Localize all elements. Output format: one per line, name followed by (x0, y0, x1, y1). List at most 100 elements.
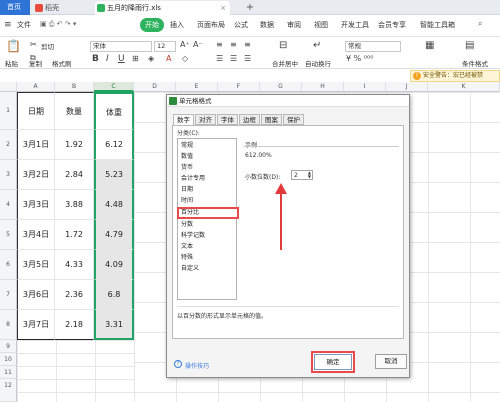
row-header-4[interactable]: 4 (0, 190, 17, 220)
number-format-select[interactable]: 常规 (345, 41, 401, 52)
col-header-i[interactable]: I (344, 82, 386, 92)
category-time[interactable]: 时间 (179, 196, 235, 206)
row-header-12[interactable]: 12 (0, 379, 17, 402)
font-grow-icon[interactable]: A⁺ (180, 40, 190, 49)
col-header-e[interactable]: E (176, 82, 218, 92)
row-header-11[interactable]: 11 (0, 366, 17, 379)
col-header-a[interactable]: A (17, 82, 55, 92)
cell-c2[interactable]: 6.12 (94, 130, 134, 160)
menu-dev-tools[interactable]: 开发工具 (341, 20, 369, 30)
col-header-g[interactable]: G (260, 82, 302, 92)
clear-icon[interactable]: ◇ (182, 54, 188, 63)
cell-c6[interactable]: 4.09 (94, 250, 134, 280)
add-tab-icon[interactable]: + (244, 0, 256, 15)
align-top-icon[interactable]: ≡ (216, 40, 223, 49)
cell-a2[interactable]: 3月1日 (17, 130, 55, 160)
col-header-k[interactable]: K (428, 82, 500, 92)
cell-b2[interactable]: 1.92 (55, 130, 94, 160)
cell-b6[interactable]: 4.33 (55, 250, 94, 280)
align-center-icon[interactable]: ☰ (230, 54, 237, 63)
table-style-icon[interactable]: ▦ (425, 40, 434, 51)
tab-pattern[interactable]: 图案 (261, 114, 282, 125)
align-right-icon[interactable]: ☰ (244, 54, 251, 63)
cell-a6[interactable]: 3月5日 (17, 250, 55, 280)
cell-b5[interactable]: 1.72 (55, 220, 94, 250)
cell-c7[interactable]: 6.8 (94, 280, 134, 310)
cond-format-label[interactable]: 条件格式 (462, 58, 488, 68)
col-header-h[interactable]: H (302, 82, 344, 92)
cell-c8[interactable]: 3.31 (94, 310, 134, 340)
menu-home[interactable]: 开始 (140, 18, 164, 32)
menu-smart-toolbox[interactable]: 智能工具箱 (420, 20, 455, 30)
tips-icon[interactable]: ? (174, 360, 182, 368)
cell-a1[interactable]: 日期 (17, 92, 55, 130)
cond-format-icon[interactable]: ▤ (465, 40, 474, 51)
cell-a3[interactable]: 3月2日 (17, 160, 55, 190)
menu-insert[interactable]: 插入 (170, 20, 184, 30)
border-icon[interactable]: ⊞ (132, 54, 139, 63)
col-header-f[interactable]: F (218, 82, 260, 92)
row-header-9[interactable]: 9 (0, 340, 17, 353)
cell-b4[interactable]: 3.88 (55, 190, 94, 220)
category-text[interactable]: 文本 (179, 242, 235, 252)
paste-label[interactable]: 粘贴 (5, 58, 18, 68)
align-bottom-icon[interactable]: ≡ (244, 40, 251, 49)
corner-cell[interactable] (0, 82, 17, 92)
percent-icon[interactable]: ¥ % ⁰⁰⁰ (346, 54, 373, 63)
cell-a4[interactable]: 3月3日 (17, 190, 55, 220)
row-header-3[interactable]: 3 (0, 160, 17, 190)
underline-icon[interactable]: U (118, 54, 125, 64)
menu-formula[interactable]: 公式 (234, 20, 248, 30)
cell-b3[interactable]: 2.84 (55, 160, 94, 190)
row-header-1[interactable]: 1 (0, 92, 17, 130)
cell-b1[interactable]: 数量 (55, 92, 94, 130)
align-left-icon[interactable]: ☰ (216, 54, 223, 63)
font-name-select[interactable]: 宋体 (90, 41, 152, 52)
tab-close-icon[interactable]: × (220, 1, 226, 15)
merge-label[interactable]: 合并居中 (272, 58, 298, 68)
font-size-select[interactable]: 12 (154, 41, 176, 52)
menu-page-layout[interactable]: 页面布局 (197, 20, 225, 30)
wrap-label[interactable]: 自动换行 (305, 58, 331, 68)
cell-c5[interactable]: 4.79 (94, 220, 134, 250)
cell-c3[interactable]: 5.23 (94, 160, 134, 190)
col-header-b[interactable]: B (55, 82, 94, 92)
ok-button[interactable]: 确定 (311, 351, 355, 373)
category-date[interactable]: 日期 (179, 185, 235, 195)
category-custom[interactable]: 自定义 (179, 264, 235, 274)
menu-review[interactable]: 审阅 (287, 20, 301, 30)
cell-c1[interactable]: 体重 (94, 92, 134, 130)
tab-home[interactable]: 首页 (0, 0, 30, 15)
row-header-6[interactable]: 6 (0, 250, 17, 280)
bold-icon[interactable]: B (92, 54, 99, 64)
col-header-c[interactable]: C (94, 82, 134, 92)
tips-link[interactable]: 操作技巧 (185, 361, 209, 370)
row-header-2[interactable]: 2 (0, 130, 17, 160)
col-header-j[interactable]: J (386, 82, 428, 92)
format-painter-label[interactable]: 格式刷 (52, 58, 72, 68)
italic-icon[interactable]: I (106, 54, 109, 64)
spinner-icon[interactable]: ▲ ▼ (308, 171, 311, 179)
quick-access-icons[interactable]: ▣ ⎙ ↶ ↷ ▾ (40, 20, 76, 29)
menu-view[interactable]: 视图 (314, 20, 328, 30)
category-percentage[interactable]: 百分比 (177, 207, 239, 219)
hamburger-icon[interactable]: ≡ (4, 20, 12, 30)
menu-data[interactable]: 数据 (260, 20, 274, 30)
menu-file[interactable]: 文件 (17, 20, 31, 30)
tab-border[interactable]: 边框 (239, 114, 260, 125)
menu-member[interactable]: 会员专享 (378, 20, 406, 30)
cut-label[interactable]: 剪切 (41, 41, 54, 51)
category-number[interactable]: 数值 (179, 152, 235, 162)
tab-font[interactable]: 字体 (217, 114, 238, 125)
category-special[interactable]: 特殊 (179, 253, 235, 263)
category-accounting[interactable]: 会计专用 (179, 174, 235, 184)
row-header-7[interactable]: 7 (0, 280, 17, 310)
category-general[interactable]: 常规 (179, 141, 235, 151)
tab-alignment[interactable]: 对齐 (195, 114, 216, 125)
row-header-5[interactable]: 5 (0, 220, 17, 250)
cell-b8[interactable]: 2.18 (55, 310, 94, 340)
wrap-icon[interactable]: ↵ (313, 40, 321, 51)
category-scientific[interactable]: 科学记数 (179, 231, 235, 241)
copy-label[interactable]: 复制 (29, 58, 42, 68)
tab-file[interactable]: 五月的降雨行.xls × (95, 1, 230, 15)
